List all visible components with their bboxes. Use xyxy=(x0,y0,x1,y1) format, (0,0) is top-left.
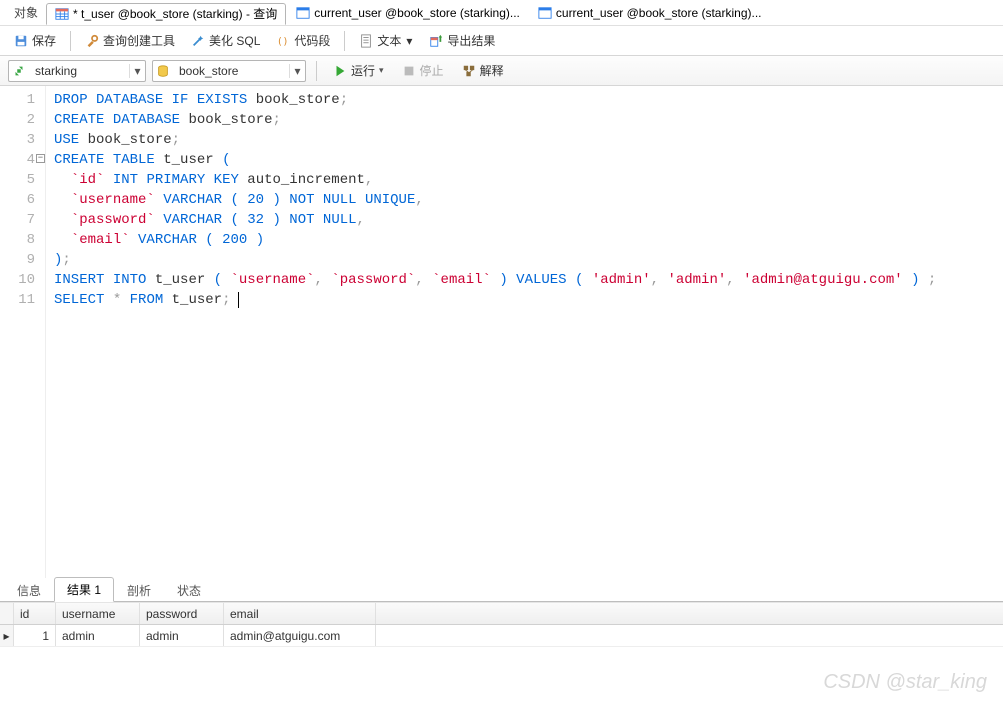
code-area[interactable]: DROP DATABASE IF EXISTS book_store;CREAT… xyxy=(46,86,1003,578)
query-builder-button[interactable]: 查询创建工具 xyxy=(79,30,181,51)
row-header-corner xyxy=(0,603,14,624)
play-icon xyxy=(333,64,347,78)
stop-label: 停止 xyxy=(420,62,444,79)
object-label[interactable]: 对象 xyxy=(8,4,44,21)
explain-button[interactable]: 解释 xyxy=(456,60,510,81)
tab-label: * t_user @book_store (starking) - 查询 xyxy=(73,5,277,22)
tab-label: current_user @book_store (starking)... xyxy=(314,6,520,20)
save-icon xyxy=(14,34,28,48)
tab-info[interactable]: 信息 xyxy=(4,578,54,602)
grid-header: id username password email xyxy=(0,603,1003,625)
chevron-down-icon: ▾ xyxy=(289,64,305,78)
separator xyxy=(344,31,345,51)
tab-profile[interactable]: 剖析 xyxy=(114,578,164,602)
run-toolbar: starking ▾ book_store ▾ 运行 ▾ 停止 解释 xyxy=(0,56,1003,86)
separator xyxy=(316,61,317,81)
connection-icon xyxy=(9,64,29,78)
save-button[interactable]: 保存 xyxy=(8,30,62,51)
query-builder-label: 查询创建工具 xyxy=(103,32,175,49)
row-indicator-icon: ▸ xyxy=(0,625,14,646)
table-icon xyxy=(538,6,552,20)
line-gutter: 1234−567891011 xyxy=(0,86,46,578)
database-selector[interactable]: book_store ▾ xyxy=(152,60,306,82)
cell-username[interactable]: admin xyxy=(56,625,140,646)
tab-query-active[interactable]: * t_user @book_store (starking) - 查询 xyxy=(46,3,286,25)
database-icon xyxy=(153,64,173,78)
tab-status[interactable]: 状态 xyxy=(164,578,214,602)
separator xyxy=(70,31,71,51)
run-button[interactable]: 运行 ▾ xyxy=(327,60,390,81)
explain-icon xyxy=(462,64,476,78)
main-toolbar: 保存 查询创建工具 美化 SQL () 代码段 文本 ▾ 导出结果 xyxy=(0,26,1003,56)
code-icon: () xyxy=(276,34,290,48)
table-icon xyxy=(296,6,310,20)
tab-query-3[interactable]: current_user @book_store (starking)... xyxy=(530,2,770,24)
document-tabbar: 对象 * t_user @book_store (starking) - 查询 … xyxy=(0,0,1003,26)
export-label: 导出结果 xyxy=(447,32,495,49)
col-username[interactable]: username xyxy=(56,603,140,624)
stop-icon xyxy=(402,64,416,78)
cell-email[interactable]: admin@atguigu.com xyxy=(224,625,376,646)
table-row[interactable]: ▸ 1 admin admin admin@atguigu.com xyxy=(0,625,1003,647)
tab-query-2[interactable]: current_user @book_store (starking)... xyxy=(288,2,528,24)
beautify-label: 美化 SQL xyxy=(209,32,260,49)
table-icon xyxy=(55,7,69,21)
export-button[interactable]: 导出结果 xyxy=(423,30,501,51)
wand-icon xyxy=(191,34,205,48)
explain-label: 解释 xyxy=(480,62,504,79)
beautify-button[interactable]: 美化 SQL xyxy=(185,30,266,51)
snippet-button[interactable]: () 代码段 xyxy=(270,30,336,51)
connection-value: starking xyxy=(29,64,129,78)
col-password[interactable]: password xyxy=(140,603,224,624)
run-label: 运行 xyxy=(351,62,375,79)
col-email[interactable]: email xyxy=(224,603,376,624)
tab-label: current_user @book_store (starking)... xyxy=(556,6,762,20)
database-value: book_store xyxy=(173,64,289,78)
watermark: CSDN @star_king xyxy=(823,671,987,694)
stop-button: 停止 xyxy=(396,60,450,81)
chevron-down-icon: ▾ xyxy=(129,64,145,78)
result-grid: id username password email ▸ 1 admin adm… xyxy=(0,602,1003,647)
col-id[interactable]: id xyxy=(14,603,56,624)
chevron-down-icon: ▾ xyxy=(405,34,413,48)
save-label: 保存 xyxy=(32,32,56,49)
svg-text:(): () xyxy=(277,36,289,47)
snippet-label: 代码段 xyxy=(294,32,330,49)
text-label: 文本 xyxy=(377,32,401,49)
text-button[interactable]: 文本 ▾ xyxy=(353,30,419,51)
sql-editor[interactable]: 1234−567891011 DROP DATABASE IF EXISTS b… xyxy=(0,86,1003,578)
tab-result[interactable]: 结果 1 xyxy=(54,577,114,602)
connection-selector[interactable]: starking ▾ xyxy=(8,60,146,82)
result-tabbar: 信息 结果 1 剖析 状态 xyxy=(0,578,1003,602)
tools-icon xyxy=(85,34,99,48)
document-icon xyxy=(359,34,373,48)
cell-password[interactable]: admin xyxy=(140,625,224,646)
export-icon xyxy=(429,34,443,48)
chevron-down-icon: ▾ xyxy=(379,65,384,76)
cell-id[interactable]: 1 xyxy=(14,625,56,646)
